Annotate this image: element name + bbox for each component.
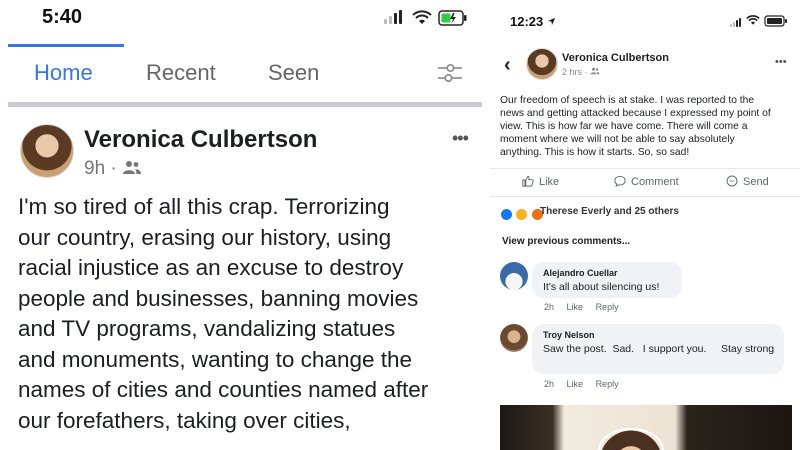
post-text-line: I'm so tired of all this crap. Terrorizi… bbox=[18, 194, 390, 219]
post-time[interactable]: 2 hrs bbox=[562, 67, 582, 77]
post-time[interactable]: 9h bbox=[84, 158, 105, 179]
commenter-avatar[interactable] bbox=[500, 324, 528, 352]
meta-separator: · bbox=[110, 158, 117, 179]
post-text-line: view. This is how far we have come. Ther… bbox=[500, 121, 748, 132]
right-screenshot-panel: 12:23 ‹ Veronica Culbertson 2 hrs · ••• … bbox=[490, 0, 800, 450]
commenter-avatar[interactable] bbox=[500, 262, 528, 290]
view-previous-comments-link[interactable]: View previous comments... bbox=[502, 236, 630, 247]
reaction-summary[interactable]: Therese Everly and 25 others bbox=[540, 206, 679, 217]
comment-like-button[interactable]: Like bbox=[567, 379, 584, 389]
status-time: 12:23 bbox=[510, 14, 556, 29]
status-icons bbox=[380, 8, 470, 28]
comment-text: Saw the post. Sad. I support you. Stay s… bbox=[543, 343, 775, 355]
comment-meta: 2h Like Reply bbox=[544, 379, 629, 389]
comment-time: 2h bbox=[544, 302, 555, 312]
status-icons bbox=[722, 14, 792, 30]
more-options-icon[interactable]: ••• bbox=[775, 56, 787, 68]
tab-divider bbox=[8, 102, 482, 107]
post-text-line: news and getting attacked because I expr… bbox=[500, 108, 771, 119]
status-time: 5:40 bbox=[42, 6, 83, 28]
comment-text: It's all about silencing us! bbox=[543, 281, 660, 293]
action-bar-divider bbox=[490, 168, 800, 169]
post-text: Our freedom of speech is at stake. I was… bbox=[500, 94, 790, 159]
back-button[interactable]: ‹ bbox=[504, 54, 511, 77]
comment-meta: 2h Like Reply bbox=[544, 302, 629, 312]
location-arrow-icon bbox=[547, 17, 555, 26]
post-text-line: anything. This is how it starts. So, so … bbox=[500, 147, 690, 158]
friends-icon bbox=[123, 161, 142, 174]
post-text-line: Our freedom of speech is at stake. I was… bbox=[500, 95, 755, 106]
thumbs-up-icon bbox=[522, 175, 534, 187]
post-text-line: people and businesses, banning movies bbox=[18, 285, 419, 311]
reaction-icons[interactable] bbox=[500, 206, 544, 222]
wifi-icon bbox=[746, 15, 760, 25]
post-meta: 9h · bbox=[84, 158, 142, 180]
post-text: I'm so tired of all this crap. Terrorizi… bbox=[18, 192, 478, 436]
post-text-line: our forefathers, taking over cities, bbox=[18, 407, 351, 433]
comment-reply-button[interactable]: Reply bbox=[596, 302, 619, 312]
tab-recent[interactable]: Recent bbox=[146, 60, 216, 86]
comment-time: 2h bbox=[544, 379, 555, 389]
comment-icon bbox=[614, 175, 626, 187]
post-text-line: moment where we will not be able to say … bbox=[500, 134, 735, 145]
like-reaction-icon bbox=[500, 208, 513, 222]
comment-label: Comment bbox=[631, 176, 679, 188]
post-text-line: names of cities and counties named after bbox=[18, 377, 429, 402]
comment-author[interactable]: Alejandro Cuellar bbox=[543, 268, 618, 278]
comment-like-button[interactable]: Like bbox=[567, 302, 584, 312]
comment-button[interactable]: Comment bbox=[614, 175, 679, 188]
comment-reply-button[interactable]: Reply bbox=[596, 379, 619, 389]
comment-author[interactable]: Troy Nelson bbox=[543, 330, 595, 340]
battery-icon bbox=[764, 15, 787, 27]
more-options-icon[interactable]: ••• bbox=[452, 128, 469, 149]
send-label: Send bbox=[743, 176, 769, 188]
like-label: Like bbox=[539, 176, 560, 188]
send-button[interactable]: Send bbox=[726, 175, 769, 188]
post-text-line: and TV programs, vandalizing statues bbox=[18, 316, 396, 341]
sad-reaction-icon bbox=[515, 208, 529, 222]
post-text-line: and monuments, wanting to change the bbox=[18, 346, 413, 372]
avatar[interactable] bbox=[526, 48, 558, 80]
tab-seen[interactable]: Seen bbox=[268, 60, 319, 86]
meta-separator: · bbox=[584, 67, 588, 77]
post-text-line: racial injustice as an excuse to destroy bbox=[18, 255, 404, 280]
battery-icon bbox=[438, 10, 467, 26]
messenger-icon bbox=[726, 175, 738, 187]
avatar[interactable] bbox=[20, 124, 74, 178]
status-time-text: 12:23 bbox=[510, 14, 544, 29]
post-text-line: our country, erasing our history, using bbox=[18, 224, 392, 250]
left-screenshot-panel: 5:40 Home Recent Seen Veronica Culbertso… bbox=[0, 0, 482, 450]
post-action-bar: Like Comment Send bbox=[490, 172, 800, 194]
filter-icon[interactable] bbox=[436, 60, 464, 86]
active-tab-indicator bbox=[8, 44, 124, 47]
friends-icon bbox=[590, 67, 600, 75]
post-author[interactable]: Veronica Culbertson bbox=[84, 126, 317, 154]
post-meta: 2 hrs · bbox=[562, 67, 600, 77]
like-button[interactable]: Like bbox=[522, 175, 559, 188]
action-bar-divider bbox=[490, 196, 800, 197]
feed-tabs: Home Recent Seen bbox=[0, 52, 482, 100]
wifi-icon bbox=[412, 10, 432, 24]
tab-home[interactable]: Home bbox=[34, 60, 93, 86]
post-author[interactable]: Veronica Culbertson bbox=[562, 52, 669, 64]
